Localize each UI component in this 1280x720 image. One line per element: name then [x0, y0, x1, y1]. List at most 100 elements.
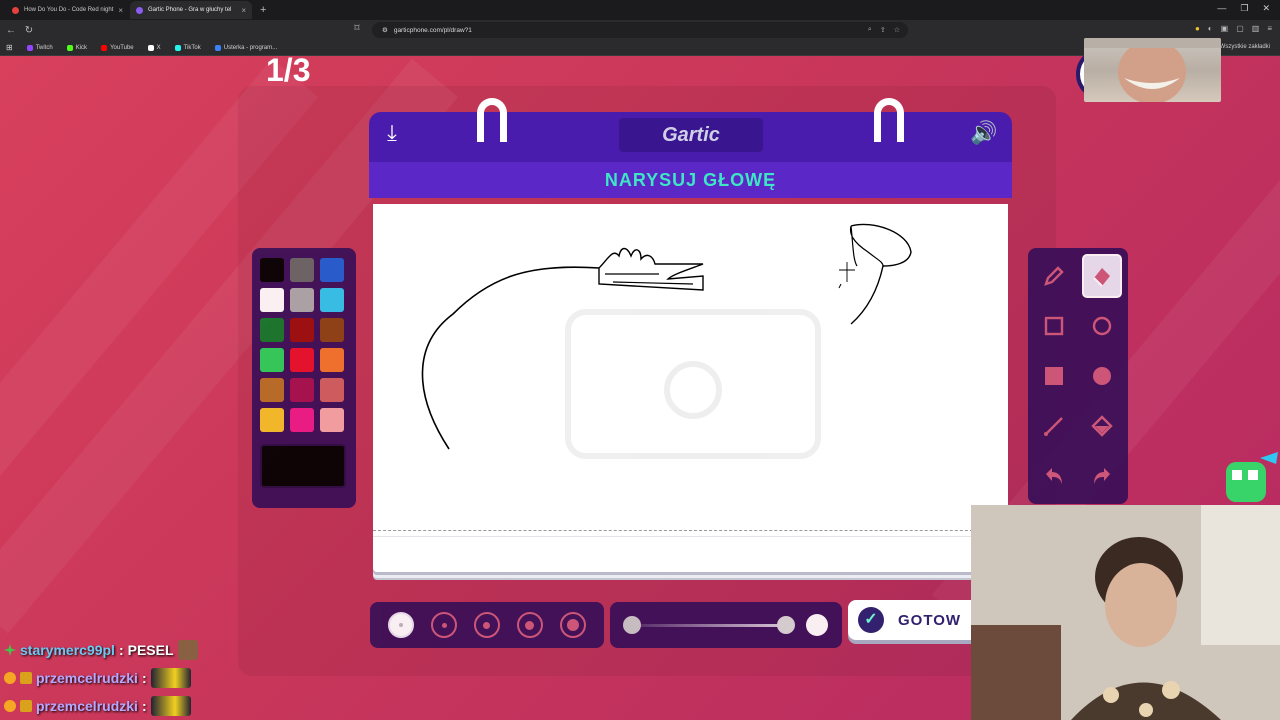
share-icon[interactable]: ⇪ — [880, 26, 886, 34]
brush-size-4[interactable] — [516, 612, 543, 638]
extension-icon[interactable]: ◐ — [1208, 24, 1213, 33]
browser-tab[interactable]: How Do You Do - Code Red night × — [6, 1, 128, 19]
usterka-icon — [214, 44, 221, 51]
tab-title: Gartic Phone - Gra w głuchy tel — [148, 7, 232, 13]
opacity-slider-handle[interactable] — [777, 616, 795, 634]
color-swatch-16[interactable] — [260, 408, 284, 432]
chat-emote-icon — [150, 696, 191, 716]
bookmark-tiktok[interactable]: TikTok — [174, 44, 201, 51]
current-color-preview — [260, 444, 346, 488]
bookmark-icon[interactable]: ⌑ — [350, 23, 364, 34]
done-button[interactable]: ✓ GOTOW — [848, 600, 988, 640]
all-bookmarks[interactable]: Wszystkie zakładki — [1220, 44, 1270, 50]
line-tool[interactable] — [1034, 404, 1074, 448]
extension-icon[interactable]: ▣ — [1221, 24, 1229, 33]
star-icon[interactable]: ☆ — [894, 26, 900, 34]
extension-icon[interactable]: ● — [1195, 24, 1200, 33]
line-icon — [1044, 417, 1063, 436]
color-swatch-10[interactable] — [260, 348, 284, 372]
pencil-tool[interactable] — [1034, 254, 1074, 298]
chat-badge-icon — [4, 644, 16, 656]
reload-icon[interactable]: ↻ — [22, 25, 36, 36]
ellipse-outline-tool[interactable] — [1082, 304, 1122, 348]
fill-bucket-tool[interactable] — [1082, 404, 1122, 448]
check-icon: ✓ — [858, 607, 884, 633]
color-swatch-4[interactable] — [260, 288, 284, 312]
webcam-overlay-main — [971, 505, 1280, 720]
brush-size-3[interactable] — [473, 612, 500, 638]
close-tab-icon[interactable]: × — [241, 6, 246, 15]
color-swatch-14[interactable] — [290, 378, 314, 402]
opacity-max-icon — [806, 614, 828, 636]
color-swatch-2[interactable] — [290, 258, 314, 282]
opacity-slider-track[interactable] — [632, 624, 782, 627]
ellipse-fill-tool[interactable] — [1082, 354, 1122, 398]
close-window-icon[interactable]: ✕ — [1262, 3, 1270, 14]
notebook-ring-icon — [477, 98, 507, 142]
maximize-icon[interactable]: ❐ — [1240, 3, 1248, 14]
webcam-overlay-small — [1084, 38, 1221, 102]
round-counter: 1/3 — [266, 52, 311, 88]
rectangle-fill-tool[interactable] — [1034, 354, 1074, 398]
extension-icon[interactable]: ▢ — [1236, 24, 1244, 33]
bookmark-label: YouTube — [110, 44, 134, 51]
pencil-icon — [1044, 266, 1064, 286]
close-tab-icon[interactable]: × — [118, 6, 123, 15]
color-swatch-7[interactable] — [260, 318, 284, 342]
chat-message: przemcelrudzki : — [4, 692, 284, 720]
site-info-icon[interactable]: ⚙ — [382, 26, 388, 34]
apps-icon[interactable]: ⊞ — [6, 43, 13, 52]
color-swatch-17[interactable] — [290, 408, 314, 432]
bookmark-usterka[interactable]: Usterka - program... — [214, 44, 277, 51]
eraser-icon — [1093, 268, 1110, 287]
webcam-face-image — [1084, 38, 1221, 102]
bookmark-youtube[interactable]: YouTube — [101, 44, 134, 51]
color-swatch-15[interactable] — [320, 378, 344, 402]
back-icon[interactable]: ← — [4, 25, 18, 36]
brush-size-5[interactable] — [559, 612, 586, 638]
chat-username: starymerc99pl — [20, 642, 115, 658]
bookmark-twitch[interactable]: Twitch — [26, 44, 53, 51]
color-swatch-18[interactable] — [320, 408, 344, 432]
color-swatch-13[interactable] — [260, 378, 284, 402]
color-swatch-6[interactable] — [320, 288, 344, 312]
url-field[interactable]: ⚙ garticphone.com/pl/draw?1 ⌕ ⇪ ☆ — [372, 22, 908, 38]
bookmark-kick[interactable]: Kick — [66, 44, 88, 51]
color-swatch-9[interactable] — [320, 318, 344, 342]
eraser-tool[interactable] — [1082, 254, 1122, 298]
redo-tool[interactable] — [1082, 454, 1122, 498]
tab-title: How Do You Do - Code Red night — [24, 7, 114, 13]
notebook-ring-icon — [874, 98, 904, 142]
bookmark-x[interactable]: X — [147, 44, 161, 51]
menu-icon[interactable]: ≡ — [1267, 24, 1272, 33]
canvas-guide-line — [373, 530, 1008, 531]
rectangle-outline-icon — [1044, 316, 1064, 336]
undo-tool[interactable] — [1034, 454, 1074, 498]
sound-icon[interactable]: 🔊 — [967, 120, 1001, 146]
zoom-icon[interactable]: ⌕ — [868, 26, 872, 34]
rectangle-outline-tool[interactable] — [1034, 304, 1074, 348]
ellipse-fill-icon — [1093, 367, 1111, 385]
chat-emote-icon — [177, 640, 198, 660]
color-swatch-11[interactable] — [290, 348, 314, 372]
sidebar-icon[interactable]: ▥ — [1252, 24, 1260, 33]
drawing-canvas[interactable] — [373, 204, 1008, 572]
gartic-logo: Gartic — [619, 118, 763, 152]
twitch-icon — [26, 44, 33, 51]
color-swatch-12[interactable] — [320, 348, 344, 372]
x-icon — [147, 44, 154, 51]
brush-size-1[interactable] — [388, 612, 415, 638]
color-swatch-5[interactable] — [290, 288, 314, 312]
ellipse-outline-icon — [1092, 316, 1112, 336]
color-swatch-1[interactable] — [260, 258, 284, 282]
color-swatch-8[interactable] — [290, 318, 314, 342]
chat-separator: : — [141, 670, 147, 686]
color-swatch-3[interactable] — [320, 258, 344, 282]
new-tab-button[interactable]: + — [254, 4, 272, 16]
stream-chat: starymerc99pl : PESEL przemcelrudzki : p… — [4, 636, 284, 720]
brush-size-2[interactable] — [431, 612, 458, 638]
download-icon[interactable]: ⤓ — [379, 120, 405, 146]
minimize-icon[interactable]: — — [1217, 3, 1226, 14]
bookmark-label: Kick — [75, 44, 88, 51]
browser-tab-active[interactable]: Gartic Phone - Gra w głuchy tel × — [130, 1, 252, 19]
